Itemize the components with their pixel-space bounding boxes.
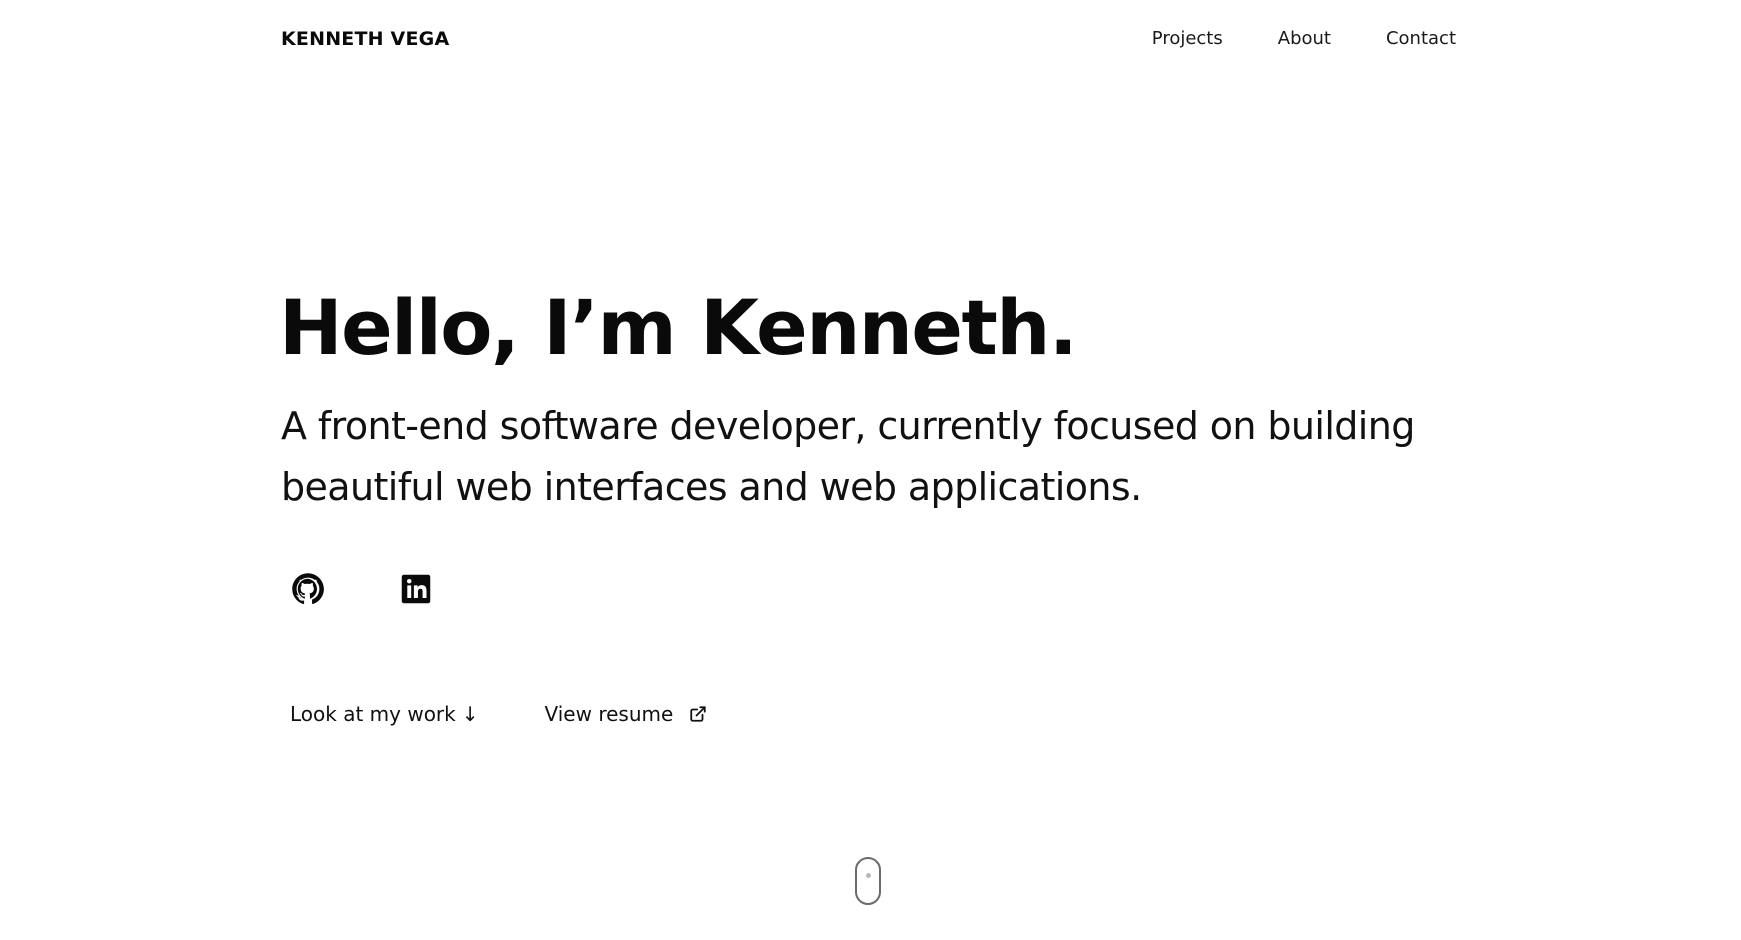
arrow-down-icon: ↓ bbox=[461, 702, 479, 726]
brand-logo[interactable]: KENNETH VEGA bbox=[281, 26, 449, 52]
view-resume-label: View resume bbox=[544, 702, 674, 726]
view-resume-link[interactable]: View resume bbox=[545, 699, 708, 729]
linkedin-link[interactable] bbox=[398, 571, 434, 607]
look-at-my-work-link[interactable]: Look at my work ↓ bbox=[290, 699, 479, 729]
hero-subtitle: A front-end software developer, currentl… bbox=[281, 404, 1415, 509]
linkedin-icon bbox=[401, 574, 431, 604]
mouse-scroll-icon[interactable] bbox=[855, 857, 881, 905]
main-nav: Projects About Contact bbox=[1152, 26, 1456, 52]
nav-item-projects[interactable]: Projects bbox=[1152, 26, 1223, 52]
external-link-icon bbox=[689, 705, 707, 723]
github-icon bbox=[292, 573, 324, 605]
social-links bbox=[290, 571, 434, 607]
page: KENNETH VEGA Projects About Contact Hell… bbox=[0, 0, 1741, 940]
nav-item-about[interactable]: About bbox=[1278, 26, 1331, 52]
scroll-wheel-dot bbox=[866, 873, 871, 878]
hero-title: Hello, I’m Kenneth. bbox=[279, 283, 1078, 372]
look-at-my-work-label: Look at my work bbox=[290, 702, 456, 726]
cta-links: Look at my work ↓ View resume bbox=[290, 699, 707, 729]
github-link[interactable] bbox=[290, 571, 326, 607]
nav-item-contact[interactable]: Contact bbox=[1386, 26, 1456, 52]
